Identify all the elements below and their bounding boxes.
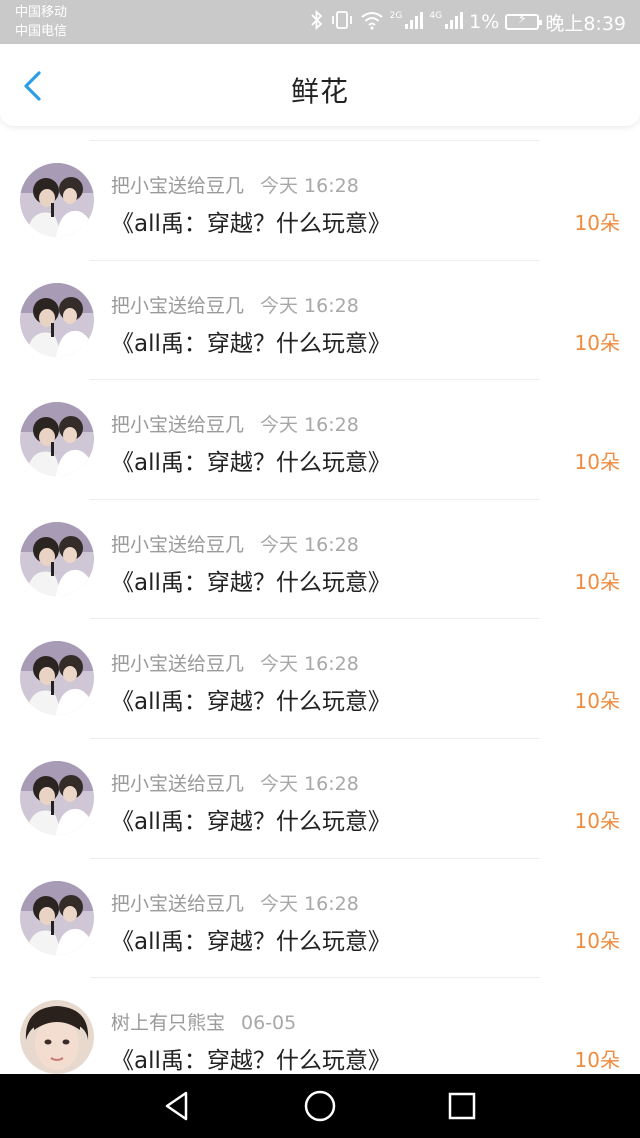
send-time: 今天 16:28 — [260, 892, 359, 915]
list-item[interactable]: 把小宝送给豆几 今天 16:28 《all禹：穿越？什么玩意》 10朵 — [0, 857, 640, 978]
book-title[interactable]: 《all禹：穿越？什么玩意》 — [111, 204, 391, 238]
flower-amount: 10朵 — [574, 450, 620, 475]
send-time: 今天 16:28 — [260, 653, 359, 676]
divider — [90, 140, 540, 141]
carrier-1: 中国移动 — [15, 5, 68, 20]
divider — [90, 379, 540, 381]
book-title[interactable]: 《all禹：穿越？什么玩意》 — [111, 324, 391, 358]
sender-name[interactable]: 把小宝送给豆几 — [111, 414, 244, 436]
sender-name[interactable]: 把小宝送给豆几 — [111, 893, 244, 915]
divider — [90, 737, 540, 739]
bluetooth-icon — [310, 9, 324, 35]
avatar[interactable] — [20, 521, 94, 596]
book-title[interactable]: 《all禹：穿越？什么玩意》 — [111, 922, 391, 956]
send-time: 今天 16:28 — [260, 294, 359, 317]
clock: 晚上8:39 — [545, 12, 626, 35]
sender-line: 树上有只熊宝 06-05 — [111, 1008, 296, 1035]
status-icons: 2G 4G 1% ⚡ 晚上8:39 — [310, 0, 626, 44]
send-time: 今天 16:28 — [260, 414, 359, 437]
book-title[interactable]: 《all禹：穿越？什么玩意》 — [111, 563, 391, 597]
divider — [90, 977, 540, 979]
sender-line: 把小宝送给豆几 今天 16:28 — [111, 530, 359, 557]
avatar[interactable] — [20, 641, 94, 716]
signal-2g-icon: 2G — [390, 11, 424, 34]
book-title[interactable]: 《all禹：穿越？什么玩意》 — [111, 1041, 391, 1075]
divider — [90, 618, 540, 620]
battery-percent: 1% — [469, 11, 500, 33]
flower-amount: 10朵 — [574, 689, 620, 714]
list-item[interactable]: 把小宝送给豆几 今天 16:28 《all禹：穿越？什么玩意》 10朵 — [0, 737, 640, 858]
send-time: 06-05 — [241, 1012, 297, 1035]
square-recents-icon — [448, 1092, 476, 1120]
sender-name[interactable]: 把小宝送给豆几 — [111, 295, 244, 317]
book-title[interactable]: 《all禹：穿越？什么玩意》 — [111, 682, 391, 716]
list-item[interactable]: 把小宝送给豆几 今天 16:28 《all禹：穿越？什么玩意》 10朵 — [0, 259, 640, 380]
vibrate-icon — [330, 10, 354, 35]
book-title[interactable]: 《all禹：穿越？什么玩意》 — [111, 802, 391, 836]
divider — [90, 857, 540, 859]
carrier-2: 中国电信 — [15, 24, 68, 39]
network-type-1: 2G — [389, 10, 403, 21]
status-bar: 中国移动 中国电信 2G 4G 1% ⚡ 晚上8:39 — [0, 0, 640, 44]
system-nav-bar — [0, 1074, 640, 1138]
carrier-info: 中国移动 中国电信 — [15, 3, 67, 41]
divider — [90, 259, 540, 261]
avatar[interactable] — [20, 880, 94, 955]
list-item[interactable]: 把小宝送给豆几 今天 16:28 《all禹：穿越？什么玩意》 10朵 — [0, 498, 640, 619]
send-time: 今天 16:28 — [260, 533, 359, 556]
sender-name[interactable]: 把小宝送给豆几 — [111, 175, 244, 197]
nav-recents-button[interactable] — [444, 1088, 480, 1124]
flower-amount: 10朵 — [574, 808, 620, 833]
avatar[interactable] — [20, 282, 94, 357]
page-title: 鲜花 — [290, 75, 349, 108]
flower-amount: 10朵 — [574, 928, 620, 953]
sender-name[interactable]: 把小宝送给豆几 — [111, 773, 244, 795]
circle-home-icon — [304, 1090, 336, 1122]
sender-name[interactable]: 把小宝送给豆几 — [111, 534, 244, 556]
nav-home-button[interactable] — [302, 1088, 338, 1124]
nav-back-button[interactable] — [160, 1088, 196, 1124]
sender-line: 把小宝送给豆几 今天 16:28 — [111, 649, 359, 676]
triangle-back-icon — [165, 1091, 188, 1121]
battery-icon: ⚡ — [505, 12, 543, 30]
list-item[interactable]: 把小宝送给豆几 今天 16:28 《all禹：穿越？什么玩意》 10朵 — [0, 140, 640, 260]
divider — [90, 498, 540, 500]
sender-line: 把小宝送给豆几 今天 16:28 — [111, 291, 359, 318]
send-time: 今天 16:28 — [260, 772, 359, 795]
sender-line: 把小宝送给豆几 今天 16:28 — [111, 171, 359, 198]
flower-amount: 10朵 — [574, 211, 620, 235]
flower-amount: 10朵 — [574, 1048, 620, 1073]
flower-list: 把小宝送给豆几 今天 16:28 《all禹：穿越？什么玩意》 10朵 把小宝送给… — [0, 140, 640, 1097]
sender-line: 把小宝送给豆几 今天 16:28 — [111, 410, 359, 437]
sender-name[interactable]: 把小宝送给豆几 — [111, 653, 244, 675]
header: 鲜花 — [0, 44, 640, 126]
book-title[interactable]: 《all禹：穿越？什么玩意》 — [111, 443, 391, 477]
sender-line: 把小宝送给豆几 今天 16:28 — [111, 769, 359, 796]
flower-amount: 10朵 — [574, 569, 620, 594]
network-type-2: 4G — [429, 10, 443, 21]
sender-line: 把小宝送给豆几 今天 16:28 — [111, 889, 359, 916]
avatar[interactable] — [20, 1000, 94, 1075]
avatar[interactable] — [20, 402, 94, 477]
avatar[interactable] — [20, 163, 94, 237]
list-item[interactable]: 把小宝送给豆几 今天 16:28 《all禹：穿越？什么玩意》 10朵 — [0, 379, 640, 499]
flower-amount: 10朵 — [574, 330, 620, 355]
wifi-icon — [360, 10, 384, 35]
sender-name[interactable]: 树上有只熊宝 — [111, 1012, 225, 1034]
signal-4g-icon: 4G — [429, 10, 464, 34]
list-item[interactable]: 把小宝送给豆几 今天 16:28 《all禹：穿越？什么玩意》 10朵 — [0, 618, 640, 738]
send-time: 今天 16:28 — [260, 175, 359, 197]
avatar[interactable] — [20, 760, 94, 835]
